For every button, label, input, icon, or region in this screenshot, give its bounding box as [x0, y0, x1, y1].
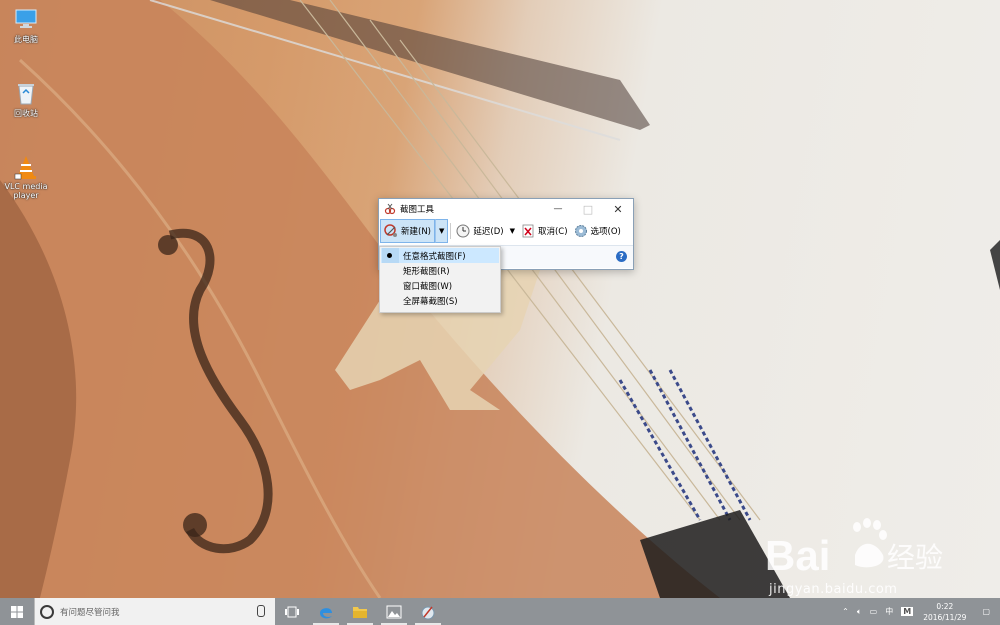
- taskbar-app-file-explorer[interactable]: [343, 598, 377, 625]
- taskbar-app-snipping-tool[interactable]: [411, 598, 445, 625]
- scissors-icon: [384, 203, 396, 215]
- search-placeholder: 有问题尽管问我: [60, 607, 120, 618]
- maximize-button[interactable]: □: [573, 199, 603, 219]
- desktop-icon-vlc[interactable]: VLC media player: [0, 154, 54, 200]
- close-button[interactable]: ✕: [603, 199, 633, 219]
- menu-item-window-snip[interactable]: 窗口截图(W): [380, 278, 500, 293]
- chevron-down-icon: ▼: [509, 227, 515, 235]
- this-pc-icon: [15, 9, 37, 28]
- baidu-logo: Bai 经验: [765, 518, 943, 575]
- help-icon[interactable]: ?: [616, 251, 627, 262]
- desktop-icon-recycle-bin[interactable]: 回收站: [0, 80, 54, 119]
- close-icon: ✕: [613, 202, 623, 216]
- ime-language-indicator[interactable]: 中: [881, 606, 897, 617]
- start-button[interactable]: [0, 598, 34, 625]
- delay-dropdown-button[interactable]: ▼: [507, 220, 518, 242]
- clock-date: 2016/11/29: [923, 612, 967, 622]
- task-view-button[interactable]: [275, 598, 309, 625]
- menu-item-label: 矩形截图(R): [403, 266, 450, 277]
- photos-icon: [386, 605, 402, 618]
- toolbar-divider: [450, 223, 452, 239]
- cortana-search-box[interactable]: 有问题尽管问我: [34, 598, 275, 625]
- menu-item-rectangular-snip[interactable]: 矩形截图(R): [380, 263, 500, 278]
- new-button-label: 新建(N): [401, 227, 431, 237]
- microphone-icon[interactable]: [257, 605, 265, 617]
- new-snip-icon: [384, 224, 397, 237]
- cancel-button[interactable]: 取消(C): [518, 220, 571, 242]
- edge-icon: [320, 607, 332, 618]
- taskbar-app-photos[interactable]: [377, 598, 411, 625]
- delay-button-label: 延迟(D): [473, 227, 504, 237]
- desktop-icon-this-pc[interactable]: 此电脑: [0, 6, 54, 45]
- toolbar: 新建(N) ▼ 延迟(D) ▼ 取消(C) 选项(O): [379, 219, 633, 243]
- window-title: 截图工具: [400, 205, 435, 215]
- desktop-icon-label: VLC media player: [4, 182, 48, 200]
- cancel-icon: [522, 224, 534, 238]
- desktop-icon-label: 回收站: [14, 109, 38, 118]
- task-view-icon: [285, 606, 299, 617]
- menu-item-label: 全屏幕截图(S): [403, 296, 458, 307]
- cancel-button-label: 取消(C): [537, 227, 568, 237]
- taskbar-app-edge[interactable]: [309, 598, 343, 625]
- system-tray: ⌃ 🔈︎ ▭ 中 M 0:22 2016/11/29 ▢: [838, 598, 1000, 625]
- maximize-icon: □: [582, 202, 594, 216]
- network-icon[interactable]: ▭: [866, 607, 882, 616]
- desktop-icon-label: 此电脑: [14, 35, 38, 44]
- gear-icon: [574, 225, 587, 237]
- action-center-icon[interactable]: ▢: [972, 607, 1000, 616]
- radio-bullet-icon: [387, 253, 392, 258]
- watermark-brand: Bai: [765, 532, 830, 575]
- minimize-button[interactable]: —: [543, 199, 573, 219]
- menu-item-label: 任意格式截图(F): [403, 251, 466, 262]
- watermark-brand-suffix: 经验: [887, 541, 943, 574]
- chevron-up-icon[interactable]: ⌃: [838, 607, 853, 616]
- menu-item-full-screen-snip[interactable]: 全屏幕截图(S): [380, 293, 500, 308]
- options-button-label: 选项(O): [590, 227, 621, 237]
- new-button[interactable]: 新建(N): [380, 219, 435, 243]
- delay-button[interactable]: 延迟(D): [453, 220, 506, 242]
- taskbar: 有问题尽管问我 ⌃ 🔈︎ ▭ 中 M 0:22 2016/11/29 ▢: [0, 598, 1000, 625]
- menu-item-free-form-snip[interactable]: 任意格式截图(F): [381, 248, 499, 263]
- volume-icon[interactable]: 🔈︎: [853, 607, 866, 617]
- recycle-bin-icon: [18, 84, 34, 105]
- clock[interactable]: 0:22 2016/11/29: [917, 601, 972, 623]
- watermark-url: jingyan.baidu.com: [769, 582, 898, 597]
- vlc-icon: [14, 156, 36, 180]
- clock-time: 0:22: [936, 601, 954, 611]
- new-snip-mode-menu: 任意格式截图(F) 矩形截图(R) 窗口截图(W) 全屏幕截图(S): [379, 246, 501, 313]
- clock-icon: [456, 224, 470, 238]
- options-button[interactable]: 选项(O): [571, 220, 624, 242]
- chevron-down-icon: ▼: [439, 227, 445, 235]
- snipping-tool-icon: [421, 606, 435, 619]
- baidu-watermark: Bai 经验 jingyan.baidu.com: [765, 515, 965, 605]
- title-bar[interactable]: 截图工具 — □ ✕: [379, 199, 633, 219]
- windows-logo-icon: [11, 605, 23, 618]
- new-mode-dropdown-button[interactable]: ▼: [435, 219, 449, 243]
- menu-item-label: 窗口截图(W): [403, 281, 453, 292]
- folder-icon: [353, 606, 367, 618]
- minimize-icon: —: [553, 204, 563, 214]
- cortana-icon: [40, 604, 54, 619]
- ime-mode-indicator[interactable]: M: [901, 607, 914, 616]
